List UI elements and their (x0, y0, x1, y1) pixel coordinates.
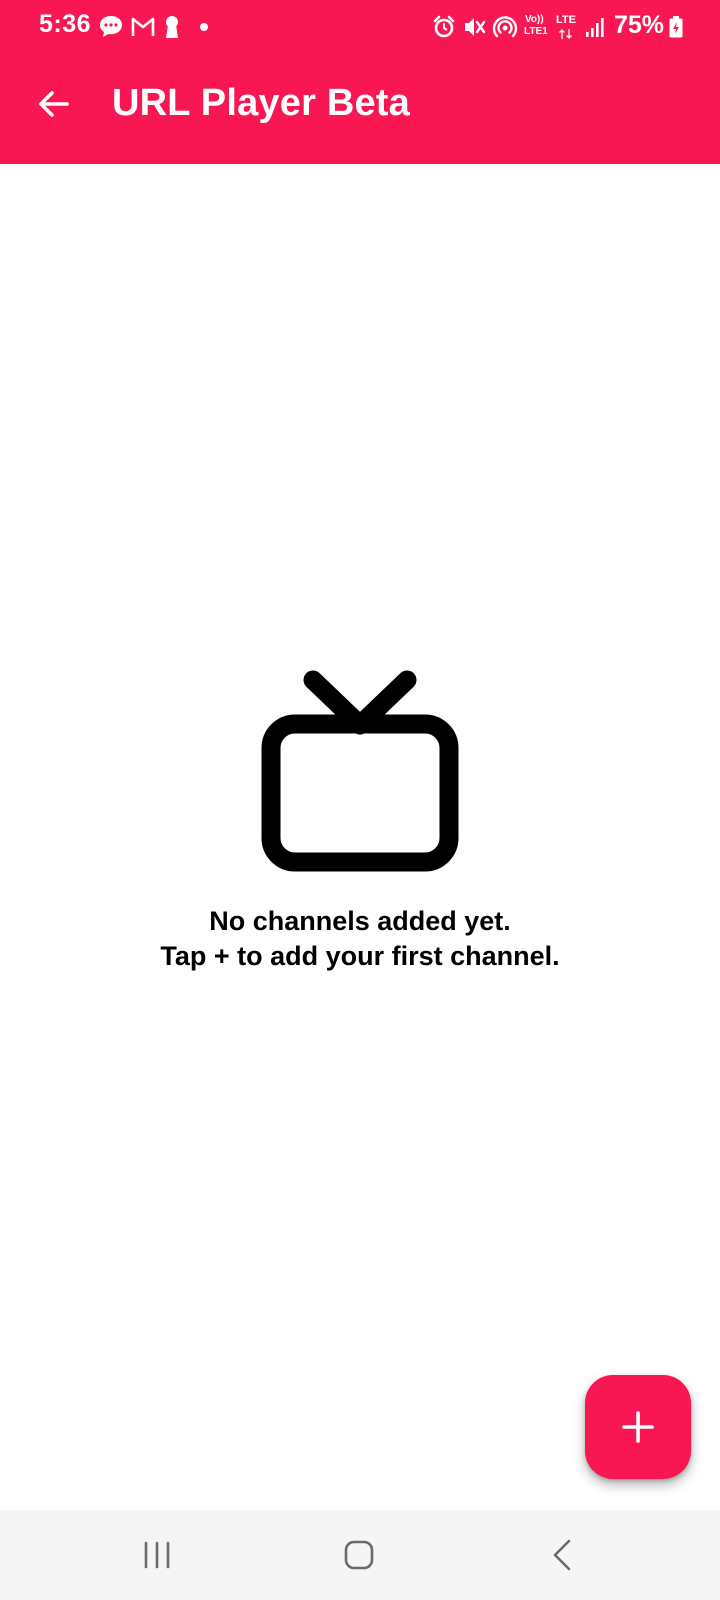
app-screen: 5:36 Vo)) LTE1 LTE 75% URL Player Beta N… (0, 0, 720, 1600)
empty-message-line2: Tap + to add your first channel. (160, 941, 560, 971)
toolbar: URL Player Beta (0, 54, 720, 164)
add-channel-button[interactable] (585, 1375, 691, 1479)
plus-icon (622, 1411, 654, 1443)
volte-label-bottom: LTE1 (524, 26, 548, 37)
back-button[interactable] (26, 76, 82, 132)
signal-icon (586, 18, 604, 37)
gmail-icon (131, 17, 155, 36)
hotspot-icon (492, 16, 518, 38)
empty-state: No channels added yet. Tap + to add your… (0, 670, 720, 974)
empty-message-line1: No channels added yet. (209, 906, 511, 936)
home-button[interactable] (324, 1528, 394, 1582)
volte-label-top: Vo)) (525, 14, 544, 25)
alarm-icon (433, 15, 455, 38)
back-icon (553, 1539, 571, 1571)
battery-charging-icon (669, 16, 683, 38)
recent-apps-button[interactable] (122, 1528, 192, 1582)
lte-label: LTE (556, 14, 576, 26)
status-time: 5:36 (39, 10, 92, 38)
arrow-back-icon (39, 91, 69, 117)
app-bar: 5:36 Vo)) LTE1 LTE 75% URL Player Beta (0, 0, 720, 164)
keyhole-icon (166, 16, 178, 38)
home-icon (344, 1540, 374, 1570)
mute-icon (465, 18, 486, 36)
data-arrows-icon (559, 29, 572, 39)
status-bar: 5:36 Vo)) LTE1 LTE 75% (0, 0, 720, 54)
page-title: URL Player Beta (112, 82, 410, 124)
recent-apps-icon (144, 1541, 170, 1569)
navigation-bar (0, 1510, 720, 1600)
tv-icon (261, 670, 459, 872)
dot-icon (200, 23, 208, 31)
nav-back-button[interactable] (527, 1528, 597, 1582)
chat-bubble-icon (100, 16, 122, 37)
battery-percent: 75% (614, 11, 665, 39)
